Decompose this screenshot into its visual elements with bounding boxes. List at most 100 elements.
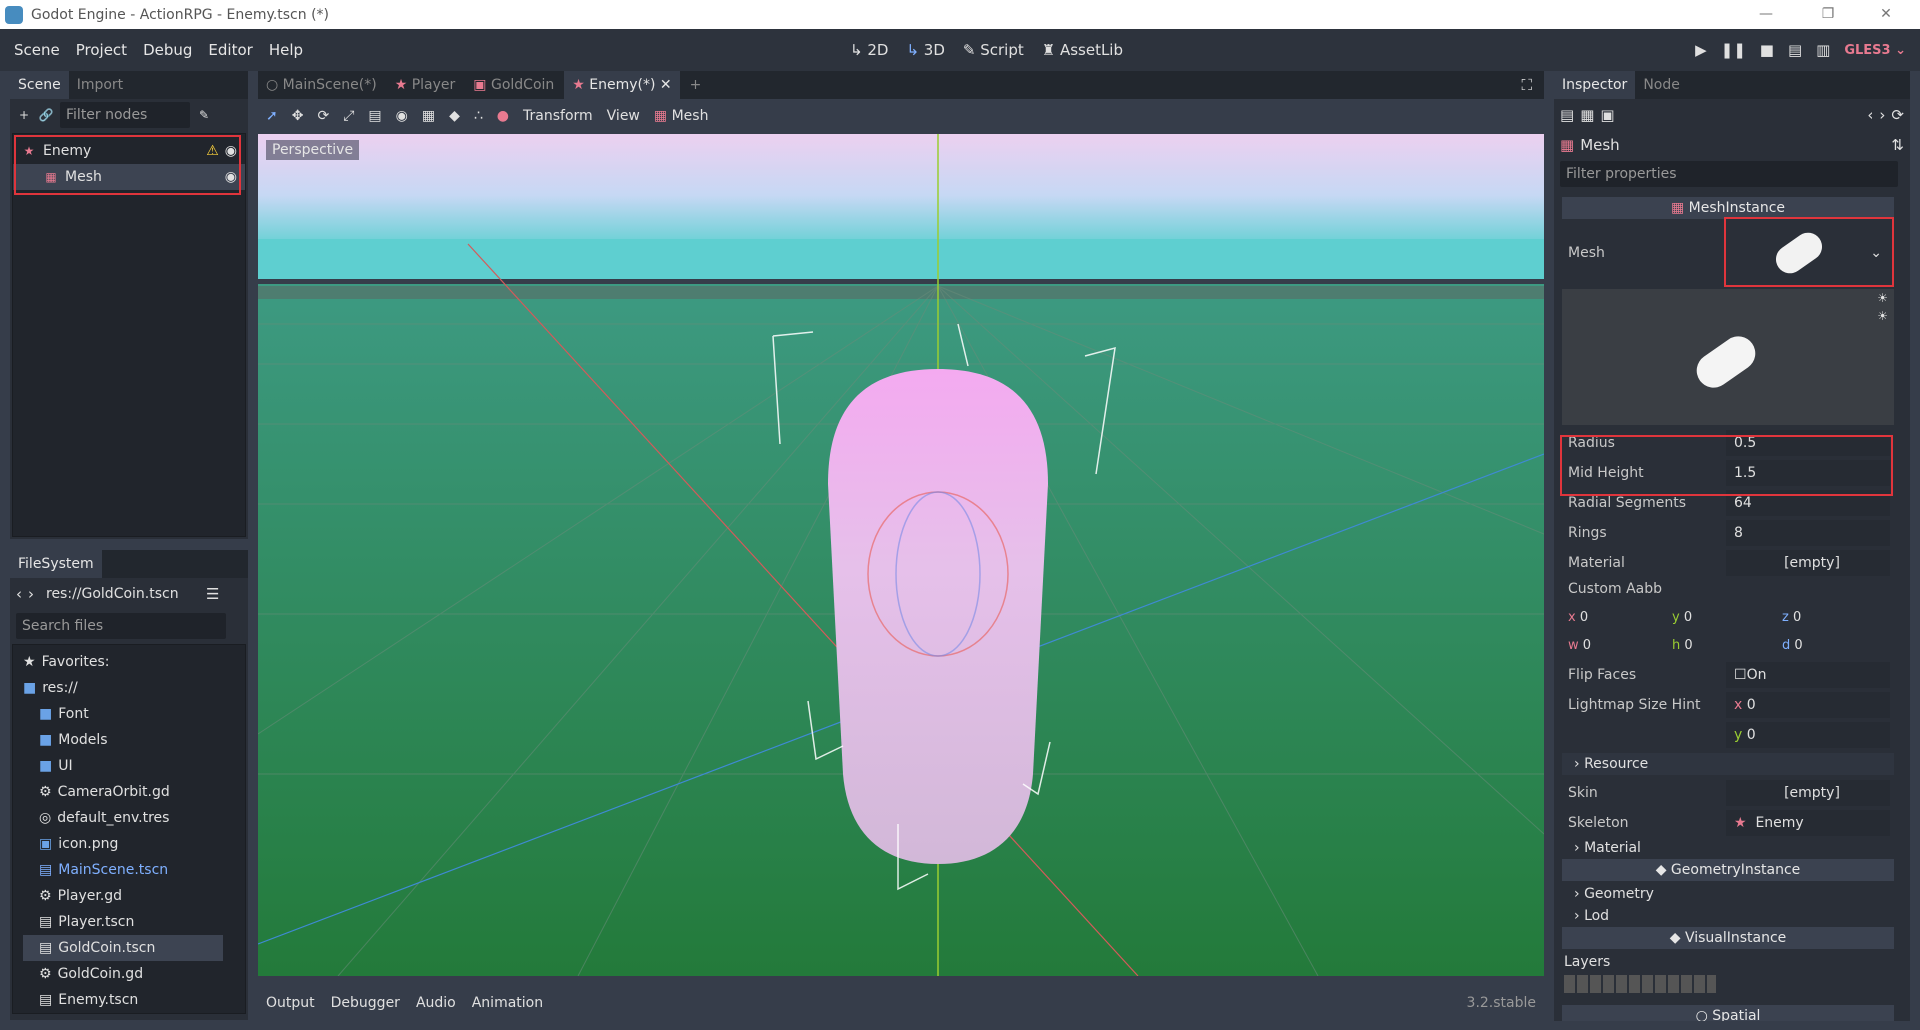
move-tool-icon[interactable]: ✥ <box>292 108 304 124</box>
play-custom-icon[interactable]: ▥ <box>1816 41 1830 59</box>
layers-grid[interactable] <box>1564 975 1716 993</box>
fs-file-goldcoin-gd[interactable]: ⚙ GoldCoin.gd <box>23 961 245 987</box>
mesh-menu[interactable]: ▦ Mesh <box>654 108 709 124</box>
history-forward-icon[interactable]: › <box>1879 106 1885 124</box>
link-icon[interactable]: 🔗 <box>38 107 54 123</box>
light-toggle-icon[interactable]: ☀ <box>1877 291 1888 305</box>
fs-folder-models[interactable]: ■ Models <box>23 727 245 753</box>
aabb-d[interactable]: d 0 <box>1782 638 1892 653</box>
tab-goldcoin[interactable]: ▣ GoldCoin <box>465 71 562 99</box>
local-space-icon[interactable]: ◆ <box>449 108 460 124</box>
menu-project[interactable]: Project <box>68 41 135 59</box>
geometry-group[interactable]: › Geometry <box>1562 883 1894 905</box>
material-picker[interactable]: [empty] <box>1726 550 1890 576</box>
filter-nodes-input[interactable]: Filter nodes <box>60 102 190 128</box>
scale-tool-icon[interactable]: ⤢ <box>343 108 354 124</box>
tab-node[interactable]: Node <box>1635 71 1688 99</box>
tab-animation[interactable]: Animation <box>472 995 543 1011</box>
fs-file-goldcoin-tscn[interactable]: ▤ GoldCoin.tscn <box>23 935 223 961</box>
menu-debug[interactable]: Debug <box>135 41 200 59</box>
lod-group[interactable]: › Lod <box>1562 905 1894 927</box>
new-resource-icon[interactable]: ▤ <box>1560 106 1574 124</box>
forward-icon[interactable]: › <box>28 585 34 603</box>
open-icon[interactable]: ▦ <box>1580 106 1594 124</box>
rotate-tool-icon[interactable]: ⟳ <box>317 108 329 124</box>
skin-picker[interactable]: [empty] <box>1726 780 1890 806</box>
menu-help[interactable]: Help <box>261 41 311 59</box>
radius-field[interactable]: 0.5 <box>1726 430 1890 456</box>
fs-file-default-env[interactable]: ◎ default_env.tres <box>23 805 245 831</box>
tab-enemy[interactable]: ★ Enemy(*) ✕ <box>564 71 680 99</box>
mode-assetlib-button[interactable]: ♜ AssetLib <box>1042 41 1123 59</box>
tab-scene[interactable]: Scene <box>10 71 69 99</box>
history-icon[interactable]: ⟳ <box>1891 106 1904 124</box>
tree-node-mesh[interactable]: ▦ Mesh ◉ <box>13 164 245 190</box>
fs-file-player-gd[interactable]: ⚙ Player.gd <box>23 883 245 909</box>
mesh-resource-picker[interactable]: ⌄ <box>1726 221 1890 285</box>
view-menu[interactable]: View <box>607 108 640 124</box>
lightmap-y-field[interactable]: y 0 <box>1726 722 1890 748</box>
search-files-input[interactable]: Search files <box>16 613 226 639</box>
favorites-item[interactable]: ★ Favorites: <box>23 649 245 675</box>
warning-icon[interactable]: ⚠ <box>206 138 219 164</box>
light-toggle-2-icon[interactable]: ☀ <box>1877 309 1888 323</box>
minimize-button[interactable]: — <box>1738 0 1794 29</box>
add-tab-icon[interactable]: + <box>682 71 710 99</box>
resource-group[interactable]: › Resource <box>1562 753 1894 775</box>
select-tool-icon[interactable]: ➚ <box>266 108 278 124</box>
snap-icon[interactable]: ∴ <box>474 108 483 124</box>
camera-icon[interactable]: ● <box>497 108 509 124</box>
rings-field[interactable]: 8 <box>1726 520 1890 546</box>
group-icon[interactable]: ▦ <box>422 108 435 124</box>
transform-menu[interactable]: Transform <box>523 108 593 124</box>
fs-folder-font[interactable]: ■ Font <box>23 701 245 727</box>
pause-icon[interactable]: ❚❚ <box>1721 41 1746 59</box>
history-back-icon[interactable]: ‹ <box>1867 106 1873 124</box>
restore-button[interactable]: ❐ <box>1800 0 1856 29</box>
skeleton-nodepath[interactable]: ★ Enemy <box>1726 810 1890 836</box>
close-window-button[interactable]: ✕ <box>1858 0 1914 29</box>
aabb-w[interactable]: w 0 <box>1562 638 1672 653</box>
fs-folder-ui[interactable]: ■ UI <box>23 753 245 779</box>
lightmap-x-field[interactable]: x 0 <box>1726 692 1890 718</box>
play-scene-icon[interactable]: ▤ <box>1788 41 1802 59</box>
mid-height-field[interactable]: 1.5 <box>1726 460 1890 486</box>
aabb-x[interactable]: x 0 <box>1562 610 1672 625</box>
radial-segments-field[interactable]: 64 <box>1726 490 1890 516</box>
path-field[interactable]: res://GoldCoin.tscn <box>40 581 200 607</box>
3d-viewport[interactable]: Perspective <box>258 134 1544 976</box>
fs-file-player-tscn[interactable]: ▤ Player.tscn <box>23 909 245 935</box>
renderer-selector[interactable]: GLES3 ⌄ <box>1844 43 1906 58</box>
menu-scene[interactable]: Scene <box>6 41 68 59</box>
fs-file-mainscene[interactable]: ▤ MainScene.tscn <box>23 857 245 883</box>
stop-icon[interactable]: ■ <box>1760 41 1774 59</box>
object-menu-icon[interactable]: ⇅ <box>1891 136 1904 154</box>
tab-mainscene[interactable]: ○ MainScene(*) <box>258 71 385 99</box>
aabb-h[interactable]: h 0 <box>1672 638 1782 653</box>
res-root-item[interactable]: ■ res:// <box>23 675 245 701</box>
fs-file-cameraorbit[interactable]: ⚙ CameraOrbit.gd <box>23 779 245 805</box>
split-view-icon[interactable]: ☰ <box>206 585 219 603</box>
fs-file-enemy-tscn[interactable]: ▤ Enemy.tscn <box>23 987 245 1013</box>
add-node-icon[interactable]: + <box>16 107 32 123</box>
save-icon[interactable]: ▣ <box>1600 106 1614 124</box>
inspected-object[interactable]: Mesh <box>1580 136 1620 154</box>
aabb-y[interactable]: y 0 <box>1672 610 1782 625</box>
play-icon[interactable]: ▶ <box>1695 41 1707 59</box>
list-tool-icon[interactable]: ▤ <box>368 108 381 124</box>
mode-script-button[interactable]: ✎ Script <box>963 41 1024 59</box>
mesh-preview[interactable]: ☀ ☀ <box>1562 289 1894 425</box>
fs-file-icon-png[interactable]: ▣ icon.png <box>23 831 245 857</box>
lock-icon[interactable]: ◉ <box>396 108 408 124</box>
tree-node-enemy[interactable]: ★ Enemy ⚠ ◉ <box>13 138 245 164</box>
back-icon[interactable]: ‹ <box>16 585 22 603</box>
tab-debugger[interactable]: Debugger <box>331 995 400 1011</box>
script-add-icon[interactable]: ✎ <box>196 107 212 123</box>
visibility-eye-icon[interactable]: ◉ <box>225 164 237 190</box>
mode-2d-button[interactable]: ↳ 2D <box>850 41 888 59</box>
perspective-menu[interactable]: Perspective <box>266 140 360 160</box>
filter-properties-input[interactable]: Filter properties <box>1560 161 1898 187</box>
tab-import[interactable]: Import <box>69 71 131 99</box>
visibility-eye-icon[interactable]: ◉ <box>225 138 237 164</box>
tab-output[interactable]: Output <box>266 995 315 1011</box>
